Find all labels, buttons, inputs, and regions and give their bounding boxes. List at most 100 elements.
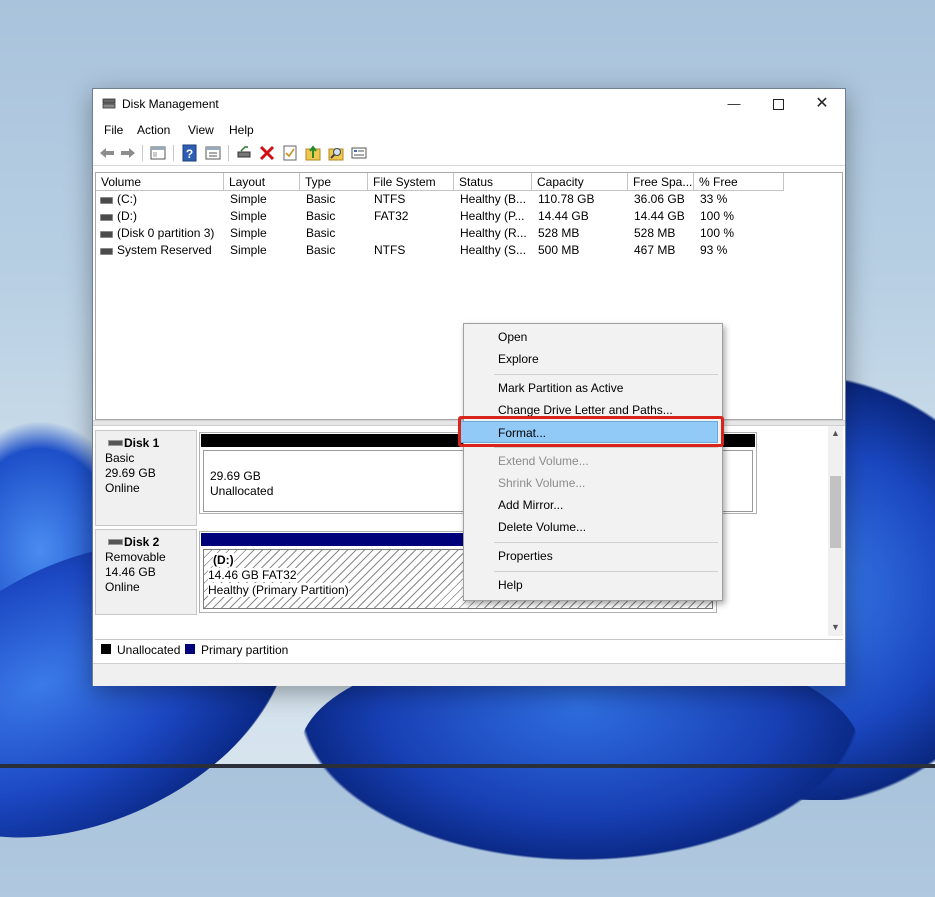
partition-status: Healthy (Primary Partition): [208, 583, 349, 597]
scroll-up-icon[interactable]: ▲: [831, 428, 840, 438]
cell-percent-free: 100 %: [700, 209, 735, 223]
cell-volume: (D:): [117, 209, 137, 223]
cell-status: Healthy (R...: [460, 226, 527, 240]
disk-1-info[interactable]: Disk 1 Basic 29.69 GB Online: [95, 430, 197, 526]
cell-capacity: 110.78 GB: [538, 192, 595, 206]
drive-icon: [100, 197, 113, 204]
cell-type: Basic: [306, 226, 336, 240]
column-header-volume[interactable]: Volume: [96, 173, 224, 191]
cell-volume: (C:): [117, 192, 137, 206]
cell-free-space: 528 MB: [634, 226, 676, 240]
window-title: Disk Management: [122, 97, 219, 111]
cell-file-system: FAT32: [374, 209, 409, 223]
maximize-button[interactable]: [755, 89, 801, 119]
properties-icon[interactable]: [204, 144, 222, 162]
delete-icon[interactable]: [258, 144, 276, 162]
column-header-layout[interactable]: Layout: [224, 173, 300, 191]
cell-capacity: 528 MB: [538, 226, 580, 240]
cell-file-system: NTFS: [374, 192, 406, 206]
legend-primary-swatch: [185, 644, 195, 654]
menu-item-explore[interactable]: Explore: [464, 348, 722, 370]
graph-scrollbar[interactable]: ▲ ▼: [828, 426, 843, 636]
maximize-icon: [772, 99, 784, 111]
menu-bar: File Action View Help: [93, 120, 845, 140]
legend: Unallocated Primary partition: [95, 639, 843, 660]
cell-layout: Simple: [230, 243, 267, 257]
cell-percent-free: 93 %: [700, 243, 728, 257]
menu-item-add-mirror[interactable]: Add Mirror...: [464, 494, 722, 516]
disk-icon: [108, 440, 123, 446]
cell-free-space: 14.44 GB: [634, 209, 685, 223]
format-highlight-annotation: [458, 416, 724, 447]
context-menu: Open Explore Mark Partition as Active Ch…: [460, 323, 723, 601]
view-icon[interactable]: [350, 144, 368, 162]
cell-file-system: NTFS: [374, 243, 406, 257]
cell-type: Basic: [306, 192, 336, 206]
show-hide-console-tree-icon[interactable]: [149, 144, 167, 162]
disk-icon: [108, 539, 123, 545]
forward-icon[interactable]: [119, 144, 137, 162]
partition-size: 29.69 GB: [210, 469, 261, 483]
cell-volume: System Reserved: [117, 243, 212, 257]
menu-item-extend-volume: Extend Volume...: [498, 454, 589, 468]
search-icon[interactable]: [327, 144, 345, 162]
menu-item-mark-active[interactable]: Mark Partition as Active: [464, 377, 722, 399]
column-header-percent-free[interactable]: % Free: [694, 173, 784, 191]
column-header-free-space[interactable]: Free Spa...: [628, 173, 694, 191]
disk-2-info[interactable]: Disk 2 Removable 14.46 GB Online: [95, 529, 197, 615]
scroll-thumb[interactable]: [830, 476, 841, 548]
legend-unallocated-swatch: [101, 644, 111, 654]
scroll-down-icon[interactable]: ▼: [831, 622, 840, 632]
close-icon: ✕: [815, 95, 829, 112]
disk-size: 14.46 GB: [105, 565, 156, 579]
export-icon[interactable]: [304, 144, 322, 162]
disk-name: Disk 1: [124, 436, 160, 450]
cell-status: Healthy (P...: [460, 209, 525, 223]
menu-item-shrink-volume: Shrink Volume...: [498, 476, 586, 490]
cell-percent-free: 100 %: [700, 226, 735, 240]
column-header-type[interactable]: Type: [300, 173, 368, 191]
partition-letter: (D:): [213, 553, 234, 567]
disk-state: Online: [105, 580, 140, 594]
menu-action[interactable]: Action: [137, 123, 170, 137]
back-icon[interactable]: [98, 144, 116, 162]
minimize-icon: —: [727, 96, 741, 111]
menu-item-open[interactable]: Open: [464, 326, 722, 348]
drive-icon: [100, 214, 113, 221]
connect-drive-icon[interactable]: [235, 144, 253, 162]
menu-item-help[interactable]: Help: [464, 574, 722, 596]
menu-view[interactable]: View: [188, 123, 214, 137]
title-bar[interactable]: Disk Management — ✕: [93, 89, 845, 119]
cell-free-space: 467 MB: [634, 243, 676, 257]
column-header-file-system[interactable]: File System: [368, 173, 454, 191]
cell-status: Healthy (B...: [460, 192, 527, 206]
status-bar: [93, 663, 845, 686]
disk-name: Disk 2: [124, 535, 160, 549]
menu-item-properties[interactable]: Properties: [464, 545, 722, 567]
cell-type: Basic: [306, 243, 336, 257]
help-icon[interactable]: ?: [181, 144, 199, 162]
legend-primary-label: Primary partition: [201, 643, 289, 657]
partition-label: Unallocated: [210, 484, 274, 498]
cell-volume: (Disk 0 partition 3): [117, 226, 215, 240]
partition-size-fs: 14.46 GB FAT32: [208, 568, 297, 582]
cell-layout: Simple: [230, 192, 267, 206]
close-button[interactable]: ✕: [799, 89, 845, 119]
cell-free-space: 36.06 GB: [634, 192, 685, 206]
menu-item-delete-volume[interactable]: Delete Volume...: [464, 516, 722, 538]
legend-unallocated-label: Unallocated: [117, 643, 181, 657]
cell-type: Basic: [306, 209, 336, 223]
cell-capacity: 14.44 GB: [538, 209, 589, 223]
check-icon[interactable]: [281, 144, 299, 162]
taskbar: [0, 764, 935, 768]
menu-help[interactable]: Help: [229, 123, 254, 137]
minimize-button[interactable]: —: [711, 89, 757, 119]
cell-capacity: 500 MB: [538, 243, 580, 257]
disk-management-app-icon: [102, 98, 116, 109]
column-header-status[interactable]: Status: [454, 173, 532, 191]
disk-type: Removable: [105, 550, 166, 564]
menu-file[interactable]: File: [104, 123, 123, 137]
cell-layout: Simple: [230, 209, 267, 223]
disk-state: Online: [105, 481, 140, 495]
column-header-capacity[interactable]: Capacity: [532, 173, 628, 191]
